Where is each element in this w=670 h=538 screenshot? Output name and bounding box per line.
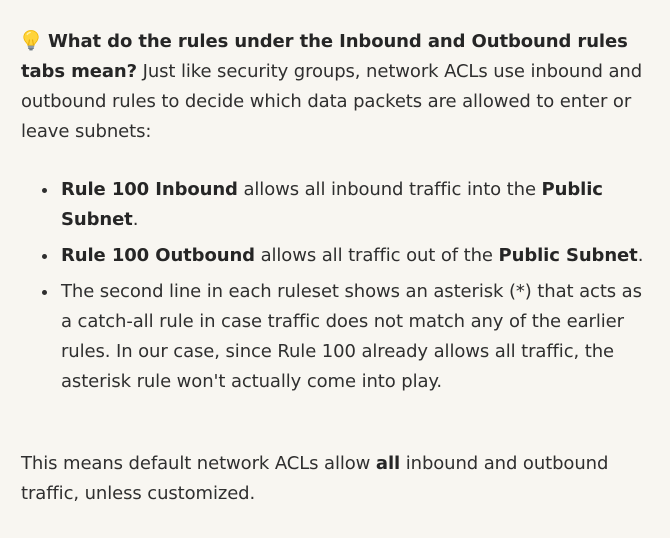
intro-paragraph: What do the rules under the Inbound and … <box>21 27 650 147</box>
rules-list: Rule 100 Inbound allows all inbound traf… <box>21 175 650 397</box>
list-item: Rule 100 Outbound allows all traffic out… <box>42 241 650 271</box>
public-subnet-label: Public Subnet <box>498 245 638 266</box>
list-item: Rule 100 Inbound allows all inbound traf… <box>42 175 650 235</box>
rule-outbound-text: allows all traffic out of the <box>254 245 499 266</box>
sentence-end: . <box>637 245 644 266</box>
rule-inbound-text: allows all inbound traffic into the <box>237 179 542 200</box>
list-item: The second line in each ruleset shows an… <box>42 277 650 397</box>
bullet-dot <box>42 290 47 295</box>
bullet-dot <box>42 188 47 193</box>
rule-outbound-label: Rule 100 Outbound <box>61 245 255 266</box>
summary-paragraph: This means default network ACLs allow al… <box>21 449 650 509</box>
sentence-end: . <box>132 209 139 230</box>
document-page: What do the rules under the Inbound and … <box>0 0 670 538</box>
bullet-dot <box>42 254 47 259</box>
rule-inbound-label: Rule 100 Inbound <box>61 179 238 200</box>
summary-bold: all <box>375 453 401 474</box>
lightbulb-icon <box>21 29 41 51</box>
asterisk-rule-text: The second line in each ruleset shows an… <box>61 281 642 392</box>
summary-text-before: This means default network ACLs allow <box>21 453 376 474</box>
